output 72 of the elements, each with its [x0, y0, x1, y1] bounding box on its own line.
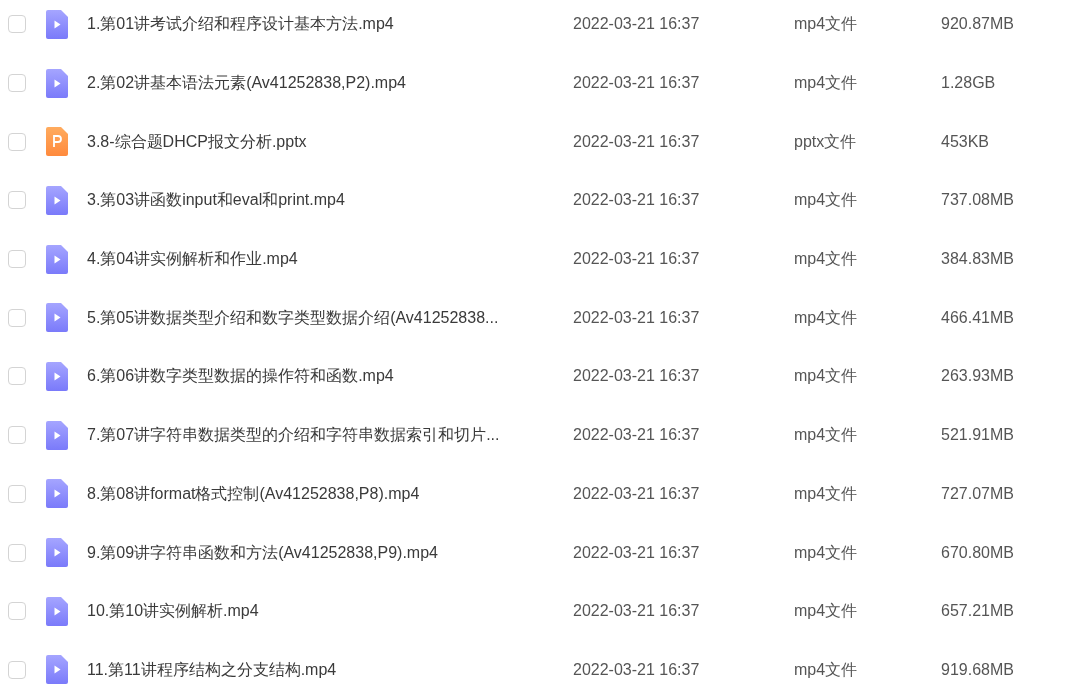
file-size: 1.28GB [941, 73, 996, 94]
modified-date: 2022-03-21 16:37 [573, 190, 701, 211]
modified-date: 2022-03-21 16:37 [573, 659, 701, 680]
file-name[interactable]: 10.第10讲实例解析.mp4 [87, 599, 567, 624]
modified-date: 2022-03-21 16:37 [573, 14, 701, 35]
file-type: mp4文件 [794, 483, 859, 504]
video-file-icon [46, 68, 68, 98]
checkbox[interactable] [8, 15, 26, 34]
modified-date: 2022-03-21 16:37 [573, 601, 701, 622]
video-file-icon [46, 479, 68, 509]
slides-file-icon [46, 127, 68, 157]
video-file-icon [46, 9, 68, 39]
file-size: 453KB [941, 131, 990, 152]
checkbox[interactable] [8, 602, 26, 621]
file-name[interactable]: 2.第02讲基本语法元素(Av41252838,P2).mp4 [87, 71, 567, 96]
file-type: mp4文件 [794, 425, 859, 446]
file-type: mp4文件 [794, 542, 859, 563]
modified-date: 2022-03-21 16:37 [573, 425, 701, 446]
checkbox[interactable] [8, 191, 26, 210]
file-type: pptx文件 [794, 131, 858, 152]
checkbox[interactable] [8, 132, 26, 151]
file-name[interactable]: 3.第03讲函数input和eval和print.mp4 [87, 188, 567, 213]
video-file-icon [46, 244, 68, 274]
video-file-icon [46, 596, 68, 626]
checkbox[interactable] [8, 484, 26, 503]
video-file-icon [46, 361, 68, 391]
file-type: mp4文件 [794, 14, 859, 35]
file-size: 920.87MB [941, 14, 1014, 35]
file-name[interactable]: 6.第06讲数字类型数据的操作符和函数.mp4 [87, 364, 567, 389]
file-type: mp4文件 [794, 601, 859, 622]
file-name[interactable]: 7.第07讲字符串数据类型的介绍和字符串数据索引和切片... [87, 423, 567, 448]
file-type: mp4文件 [794, 190, 859, 211]
file-type: mp4文件 [794, 249, 859, 270]
file-size: 727.07MB [941, 483, 1014, 504]
file-type: mp4文件 [794, 307, 859, 328]
file-type: mp4文件 [794, 73, 859, 94]
file-name[interactable]: 3.8-综合题DHCP报文分析.pptx [87, 129, 567, 154]
checkbox[interactable] [8, 74, 26, 93]
modified-date: 2022-03-21 16:37 [573, 131, 701, 152]
file-size: 737.08MB [941, 190, 1014, 211]
video-file-icon [46, 303, 68, 333]
file-type: mp4文件 [794, 366, 859, 387]
file-size: 384.83MB [941, 249, 1014, 270]
checkbox[interactable] [8, 543, 26, 562]
file-type: mp4文件 [794, 659, 859, 680]
file-name[interactable]: 5.第05讲数据类型介绍和数字类型数据介绍(Av41252838... [87, 305, 567, 330]
file-size: 263.93MB [941, 366, 1014, 387]
file-name[interactable]: 9.第09讲字符串函数和方法(Av41252838,P9).mp4 [87, 540, 567, 565]
modified-date: 2022-03-21 16:37 [573, 542, 701, 563]
file-size: 670.80MB [941, 542, 1014, 563]
modified-date: 2022-03-21 16:37 [573, 249, 701, 270]
checkbox[interactable] [8, 308, 26, 327]
modified-date: 2022-03-21 16:37 [573, 366, 701, 387]
file-name[interactable]: 4.第04讲实例解析和作业.mp4 [87, 247, 567, 272]
video-file-icon [46, 538, 68, 568]
video-file-icon [46, 185, 68, 215]
video-file-icon [46, 420, 68, 450]
file-name[interactable]: 11.第11讲程序结构之分支结构.mp4 [87, 657, 567, 682]
file-size: 521.91MB [941, 425, 1014, 446]
file-name[interactable]: 8.第08讲format格式控制(Av41252838,P8).mp4 [87, 481, 567, 506]
file-size: 657.21MB [941, 601, 1014, 622]
modified-date: 2022-03-21 16:37 [573, 73, 701, 94]
file-size: 919.68MB [941, 659, 1014, 680]
checkbox[interactable] [8, 367, 26, 386]
checkbox[interactable] [8, 660, 26, 679]
checkbox[interactable] [8, 426, 26, 445]
video-file-icon [46, 655, 68, 685]
file-name[interactable]: 1.第01讲考试介绍和程序设计基本方法.mp4 [87, 12, 567, 37]
modified-date: 2022-03-21 16:37 [573, 483, 701, 504]
modified-date: 2022-03-21 16:37 [573, 307, 701, 328]
checkbox[interactable] [8, 250, 26, 269]
file-size: 466.41MB [941, 307, 1014, 328]
